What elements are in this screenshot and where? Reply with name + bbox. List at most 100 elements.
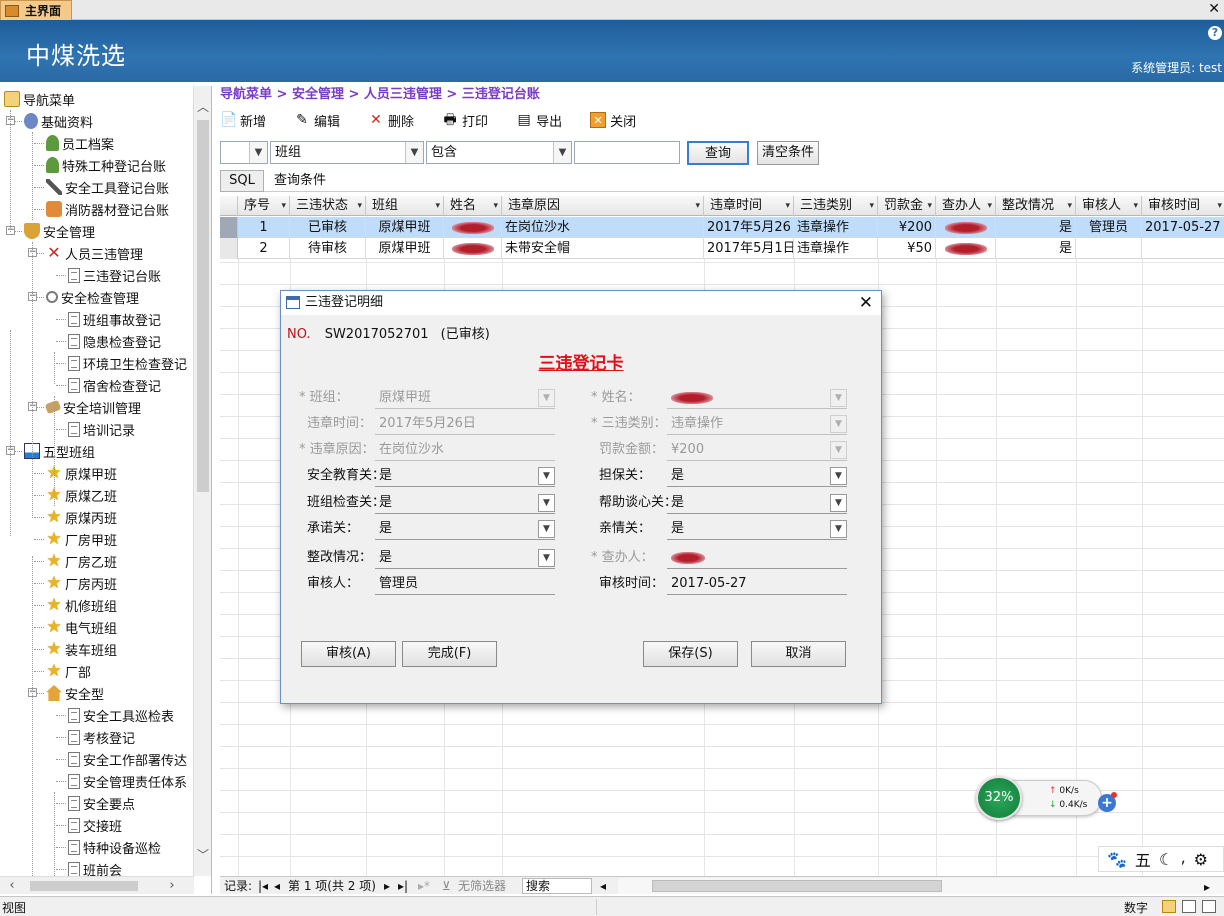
column-header[interactable]: 班组 ▾ [366,196,444,216]
sidebar-item[interactable]: 三违登记台账 [68,264,161,286]
table-cell[interactable]: ¥200 [878,217,936,238]
table-cell[interactable]: 是 [996,238,1076,259]
column-header[interactable]: 序号 ▾ [238,196,290,216]
team-select[interactable]: 原煤甲班 [375,387,555,409]
column-header[interactable]: 违章时间 ▾ [704,196,794,216]
rectification-select[interactable]: 是 [375,547,555,569]
column-header[interactable]: 罚款金 ▾ [878,196,936,216]
table-row[interactable]: 2 待审核 原煤甲班 未带安全帽 2017年5月1日 违章操作 ¥50 是 [220,238,1224,259]
design-view-icon[interactable] [1202,900,1216,913]
name-select[interactable] [667,387,847,409]
ime-mode[interactable]: 五 [1135,847,1151,871]
scroll-left-icon[interactable]: ‹ [4,877,20,894]
fine-amount-input[interactable]: ¥200 [667,439,847,461]
table-cell[interactable]: 违章操作 [794,217,878,238]
punctuation-icon[interactable]: ⸴ [1181,848,1185,870]
chevron-down-icon[interactable]: ▼ [830,520,847,538]
sidebar-item[interactable]: ★ 装车班组 [46,638,117,660]
scrollbar-thumb[interactable] [197,120,209,492]
sort-arrow-icon[interactable]: ▾ [281,196,286,216]
audit-button[interactable]: 审核(A) [301,641,396,667]
scrollbar-thumb[interactable] [30,881,138,891]
network-speed-widget[interactable]: ↑ 0K/s ↓ 0.4K/s + 32% [976,776,1117,820]
field-select[interactable]: 班组 ▼ [270,141,424,164]
new-record-icon[interactable]: ▸* [418,877,430,895]
table-cell[interactable]: 2017年5月1日 [704,238,794,259]
sidebar-item[interactable]: 安全工具登记台账 [46,176,169,198]
reviewer-input[interactable]: 管理员 [375,573,555,595]
table-cell[interactable]: 2 [238,238,290,259]
complete-button[interactable]: 完成(F) [402,641,497,667]
dialog-close-icon[interactable]: ✕ [859,291,873,315]
sidebar-item[interactable]: 宿舍检查登记 [68,374,161,396]
violation-reason-input[interactable]: 在岗位沙水 [375,439,555,461]
sidebar-item[interactable]: 环境卫生检查登记 [68,352,187,374]
last-record-icon[interactable]: ▸| [398,877,408,895]
scroll-left-icon[interactable]: ◂ [600,877,606,895]
team-check-select[interactable]: 是 [375,492,555,514]
column-header[interactable]: 姓名 ▾ [444,196,502,216]
help-talk-select[interactable]: 是 [667,492,847,514]
sidebar-item[interactable]: 安全检查管理 [46,286,139,308]
sidebar-item[interactable]: 员工档案 [46,132,114,154]
operator-select[interactable]: 包含 ▼ [426,141,572,164]
help-icon[interactable]: ? [1208,26,1222,40]
main-tab[interactable]: 主界面 [0,0,72,20]
gear-icon[interactable]: ⚙ [1194,850,1208,869]
sort-arrow-icon[interactable]: ▾ [357,196,362,216]
edit-button[interactable]: ✎ 编辑 [294,108,340,132]
breadcrumb[interactable]: 导航菜单 > 安全管理 > 人员三违管理 > 三违登记台账 [220,86,540,104]
scroll-right-icon[interactable]: › [164,877,180,894]
column-header[interactable]: 三违类别 ▾ [794,196,878,216]
sort-arrow-icon[interactable]: ▾ [1067,196,1072,216]
record-position[interactable]: 第 1 项(共 2 项) [288,877,376,895]
next-record-icon[interactable]: ▸ [384,877,390,895]
table-cell[interactable]: 2017-05-27 [1142,217,1224,238]
export-button[interactable]: ▤ 导出 [516,108,562,132]
chevron-down-icon[interactable]: ▼ [538,520,555,538]
table-cell[interactable]: 在岗位沙水 [502,217,704,238]
table-row[interactable]: 1已审核原煤甲班 在岗位沙水2017年5月26日违章操作¥200 是管理员2017-… [220,217,1224,238]
scroll-down-icon[interactable]: ﹀ [196,846,210,862]
sidebar-vertical-scrollbar[interactable]: ︿ ﹀ [193,86,211,876]
sidebar-item[interactable]: 消防器材登记台账 [46,198,169,220]
sidebar-item[interactable]: ★ 机修班组 [46,594,117,616]
table-cell[interactable]: 1 [238,217,290,238]
table-cell[interactable]: 待审核 [290,238,366,259]
grid-horizontal-scrollbar[interactable]: ▸ [618,878,1224,894]
violation-time-input[interactable]: 2017年5月26日 [375,413,555,435]
sidebar-item[interactable]: 安全工作部署传达 [68,748,187,770]
sort-arrow-icon[interactable]: ▾ [987,196,992,216]
table-cell[interactable]: 违章操作 [794,238,878,259]
record-search-input[interactable]: 搜索 [522,878,592,894]
sidebar-item[interactable]: 特种设备巡检 [68,836,161,858]
paw-icon[interactable]: 🐾 [1107,850,1127,869]
safety-education-select[interactable]: 是 [375,465,555,487]
chevron-down-icon[interactable]: ▼ [538,494,555,512]
sidebar-item[interactable]: 考核登记 [68,726,135,748]
sidebar-item[interactable]: 五型班组 [24,440,95,462]
chevron-down-icon[interactable]: ▼ [830,494,847,512]
sidebar-item[interactable]: ★ 原煤甲班 [46,462,117,484]
sidebar-item[interactable]: 基础资料 [24,110,93,132]
memory-usage-circle[interactable]: 32% [976,776,1022,820]
sidebar-item[interactable]: 安全培训管理 [44,396,141,418]
sidebar-item[interactable]: ★ 电气班组 [46,616,117,638]
chevron-down-icon[interactable]: ▼ [538,467,555,485]
close-button[interactable]: ✕ 关闭 [590,108,636,132]
table-cell[interactable] [936,238,996,259]
scroll-right-icon[interactable]: ▸ [1204,878,1210,896]
table-cell[interactable] [444,217,502,238]
sidebar-item[interactable]: 交接班 [68,814,122,836]
prev-record-icon[interactable]: ◂ [274,877,280,895]
table-cell[interactable] [1142,238,1224,259]
datasheet-view-icon[interactable] [1182,900,1196,913]
dialog-title-bar[interactable]: 三违登记明细 ✕ [281,291,881,315]
table-cell[interactable]: 已审核 [290,217,366,238]
table-cell[interactable]: 管理员 [1076,217,1142,238]
guarantee-select[interactable]: 是 [667,465,847,487]
accelerate-plus-icon[interactable]: + [1098,792,1117,812]
table-cell[interactable] [444,238,502,259]
sidebar-item[interactable]: 导航菜单 [4,88,75,110]
form-view-icon[interactable] [1162,900,1176,913]
